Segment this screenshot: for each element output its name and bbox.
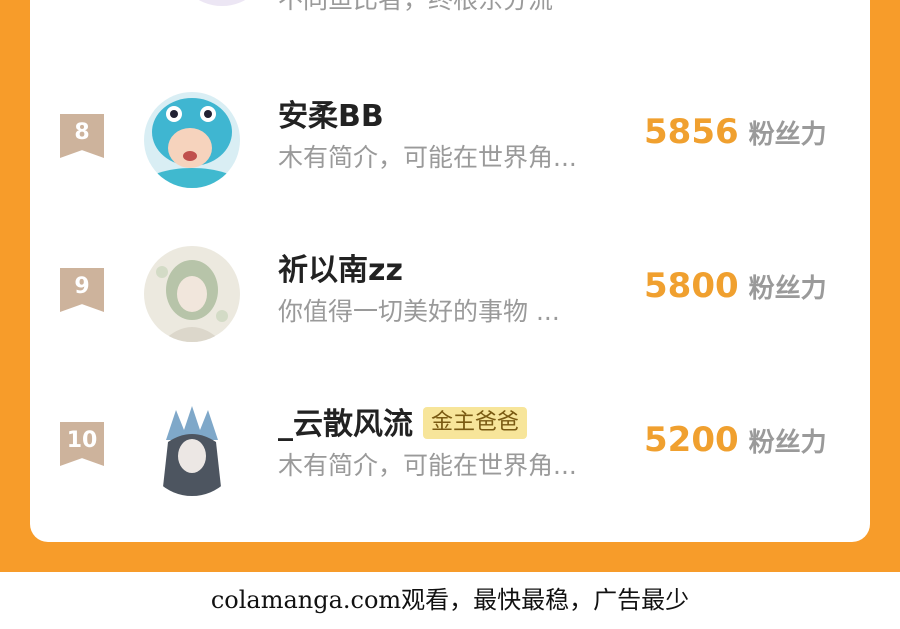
list-item[interactable]: 9 祈以南zz 你值得一切美好的事物 ... 5800 粉丝力 bbox=[30, 236, 870, 346]
user-name-text: _云散风流 bbox=[278, 407, 413, 442]
avatar[interactable] bbox=[144, 92, 240, 188]
user-bio: 不同鱼比者，终根东分流 bbox=[278, 0, 553, 16]
rank-badge: 9 bbox=[60, 268, 104, 312]
list-item[interactable]: 10 _云散风流 金主爸爸 木有简介，可能在世界角... 5200 粉丝力 bbox=[30, 390, 870, 500]
user-name[interactable]: _云散风流 金主爸爸 bbox=[278, 405, 528, 445]
user-name[interactable]: 祈以南zz bbox=[278, 251, 403, 291]
user-bio: 你值得一切美好的事物 ... bbox=[278, 297, 560, 326]
score-unit: 粉丝力 bbox=[748, 428, 827, 458]
score-value: 5200 bbox=[644, 420, 739, 460]
avatar[interactable] bbox=[144, 400, 240, 496]
fan-score: 5200 粉丝力 bbox=[644, 420, 827, 460]
avatar[interactable] bbox=[144, 246, 240, 342]
rank-badge: 8 bbox=[60, 114, 104, 158]
ranking-card: 不同鱼比者，终根东分流 8 安柔BB 木有简介，可能在世界角... 5856 粉丝… bbox=[30, 0, 870, 542]
score-value: 5856 bbox=[644, 112, 739, 152]
rank-badge: 10 bbox=[60, 422, 104, 466]
user-bio: 木有简介，可能在世界角... bbox=[278, 451, 577, 480]
user-bio: 木有简介，可能在世界角... bbox=[278, 143, 577, 172]
fan-score: 5800 粉丝力 bbox=[644, 266, 827, 306]
patron-badge: 金主爸爸 bbox=[423, 406, 528, 439]
user-name[interactable]: 安柔BB bbox=[278, 97, 384, 137]
score-unit: 粉丝力 bbox=[748, 274, 827, 304]
avatar[interactable] bbox=[174, 0, 270, 6]
footer-banner: colamanga.com观看，最快最稳，广告最少 bbox=[0, 572, 900, 629]
fan-score: 5856 粉丝力 bbox=[644, 112, 827, 152]
score-unit: 粉丝力 bbox=[748, 120, 827, 150]
list-item[interactable]: 8 安柔BB 木有简介，可能在世界角... 5856 粉丝力 bbox=[30, 82, 870, 192]
score-value: 5800 bbox=[644, 266, 739, 306]
